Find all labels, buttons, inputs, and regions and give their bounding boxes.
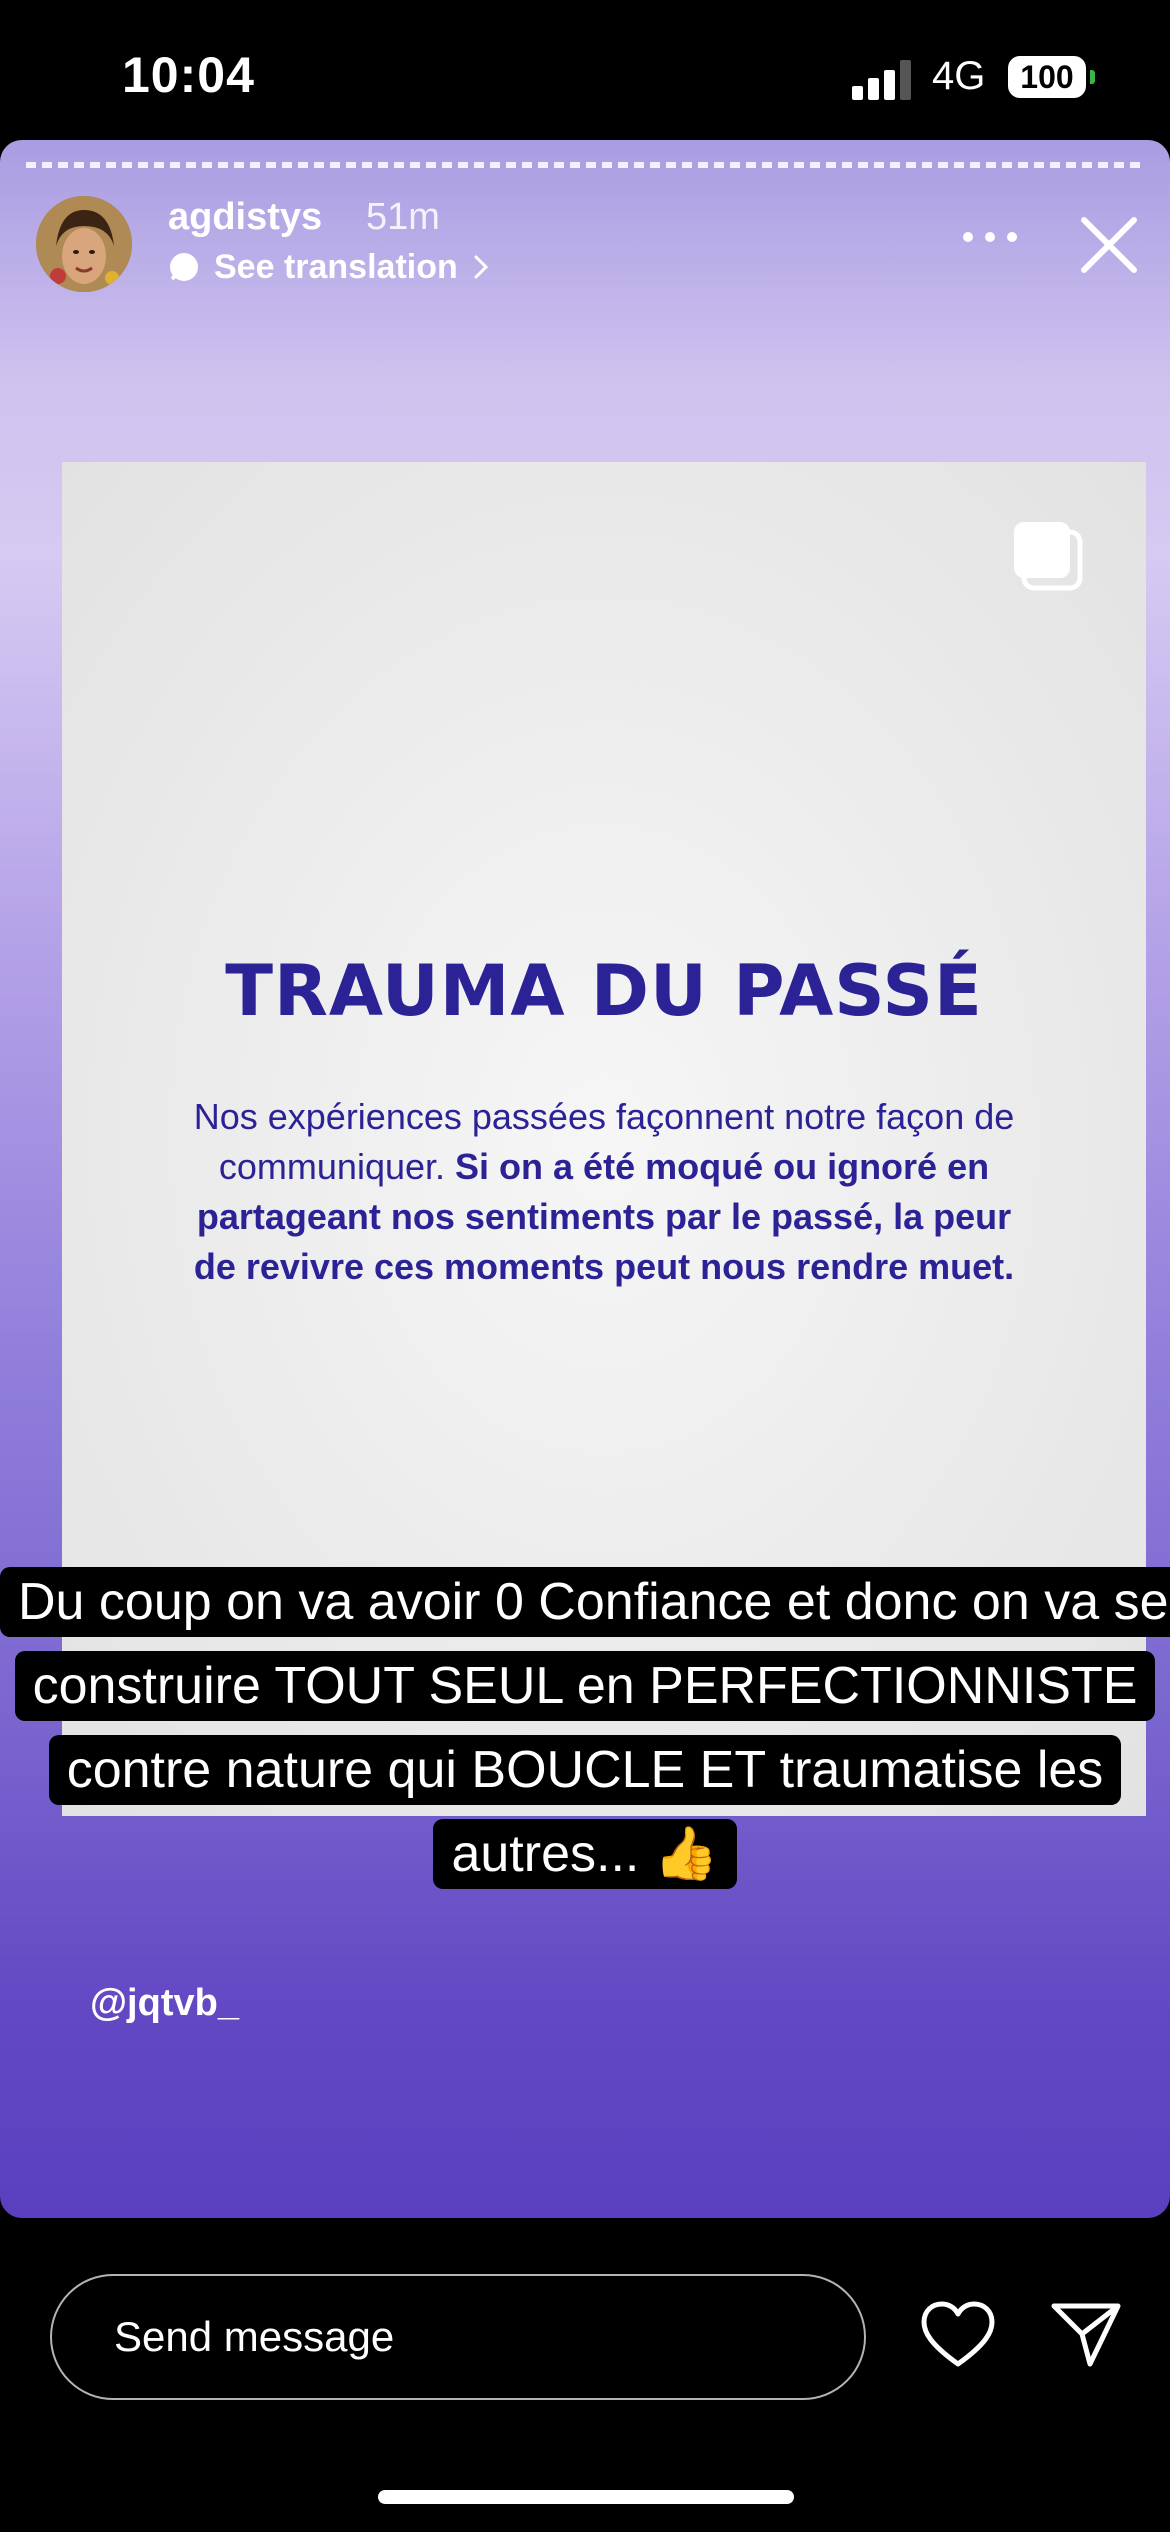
story-caption-text: Du coup on va avoir 0 Confiance et donc … (0, 1567, 1170, 1889)
send-message-input[interactable]: Send message (50, 2274, 866, 2400)
see-translation-label: See translation (214, 247, 458, 286)
story-progress-bar (26, 162, 1144, 168)
send-message-placeholder: Send message (114, 2313, 395, 2360)
mention-tag[interactable]: @jqtvb_ (90, 1982, 239, 2025)
battery-tip (1090, 70, 1095, 84)
story-time-ago: 51m (366, 196, 440, 238)
post-title: TRAUMA DU PASSÉ (225, 950, 983, 1032)
battery-icon: 100 (1008, 56, 1086, 98)
translate-icon (170, 253, 198, 281)
story-caption: Du coup on va avoir 0 Confiance et donc … (0, 1560, 1170, 1896)
send-icon[interactable] (1050, 2300, 1122, 2370)
network-type: 4G (932, 54, 986, 98)
signal-icon (852, 60, 911, 100)
post-body: Nos expériences passées façonnent notre … (172, 1092, 1036, 1292)
more-icon[interactable] (960, 226, 1020, 248)
multi-post-icon (1014, 522, 1083, 591)
avatar[interactable] (36, 196, 132, 292)
heart-icon[interactable] (920, 2300, 996, 2370)
status-bar: 10:04 4G 100 (0, 0, 1170, 140)
see-translation-button[interactable]: See translation (168, 244, 490, 290)
close-icon[interactable] (1078, 214, 1140, 276)
story-username[interactable]: agdistys (168, 196, 322, 239)
home-indicator (378, 2490, 794, 2504)
chevron-right-icon (474, 255, 488, 279)
story-card[interactable]: agdistys 51m See translation TRAUMA DU P… (0, 140, 1170, 2218)
status-time: 10:04 (122, 47, 255, 103)
